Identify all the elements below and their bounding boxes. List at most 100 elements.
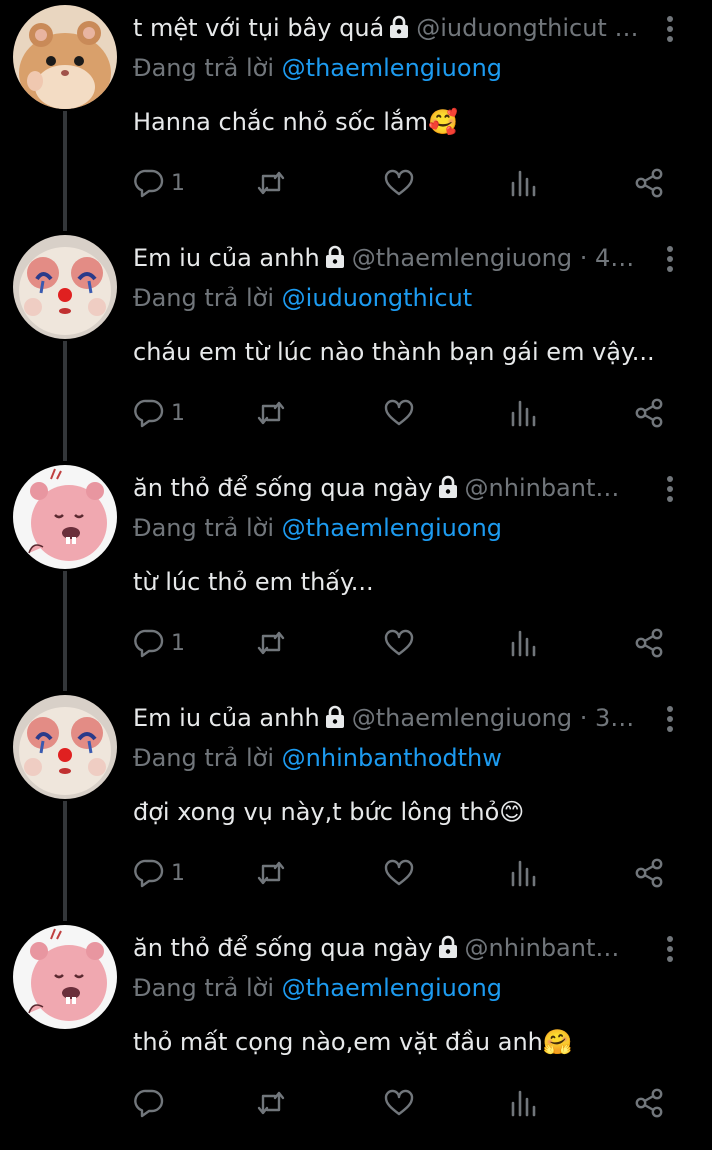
tweet[interactable]: ăn thỏ để sống qua ngày @nhinbant… Đang t…	[0, 460, 712, 690]
replying-to: Đang trả lời @thaemlengiuong	[133, 510, 502, 546]
retweet-button[interactable]	[255, 623, 287, 663]
tweet-header: t mệt với tụi bây quá @iuduongthicut …	[133, 10, 653, 46]
avatar[interactable]	[13, 465, 117, 569]
like-button[interactable]	[383, 853, 415, 893]
replying-label: Đang trả lời	[133, 974, 275, 1002]
views-button[interactable]	[508, 393, 540, 433]
tweet-actions	[133, 1083, 673, 1123]
tweet-actions: 1	[133, 393, 673, 433]
more-options-icon[interactable]	[660, 934, 680, 964]
replying-to-mention[interactable]: @thaemlengiuong	[282, 974, 502, 1002]
views-button[interactable]	[508, 623, 540, 663]
pink-beaver-icon	[13, 465, 117, 569]
like-button[interactable]	[383, 163, 415, 203]
retweet-icon	[257, 401, 285, 425]
more-options-icon[interactable]	[660, 14, 680, 44]
avatar[interactable]	[13, 925, 117, 1029]
display-name[interactable]: Em iu của anhh	[133, 244, 320, 272]
share-button[interactable]	[633, 393, 665, 433]
reply-icon	[134, 399, 164, 428]
tweet[interactable]: Em iu của anhh @thaemlengiuong · 4… Đang …	[0, 230, 712, 460]
retweet-button[interactable]	[255, 853, 287, 893]
tweet-text: đợi xong vụ này,t bức lông thỏ😊	[133, 798, 525, 826]
analytics-icon	[511, 630, 536, 657]
heart-icon	[384, 399, 414, 426]
reply-button[interactable]: 1	[133, 393, 185, 433]
share-button[interactable]	[633, 623, 665, 663]
retweet-button[interactable]	[255, 163, 287, 203]
display-name[interactable]: ăn thỏ để sống qua ngày	[133, 934, 433, 962]
display-name[interactable]: ăn thỏ để sống qua ngày	[133, 474, 433, 502]
lock-icon	[325, 705, 344, 728]
heart-icon	[384, 1089, 414, 1116]
clown-cat-icon	[13, 695, 117, 799]
user-handle[interactable]: @iuduongthicut …	[416, 14, 638, 42]
tweet-header: ăn thỏ để sống qua ngày @nhinbant…	[133, 470, 653, 506]
reply-count: 1	[171, 630, 185, 656]
clown-cat-icon	[13, 235, 117, 339]
replying-to: Đang trả lời @iuduongthicut	[133, 280, 472, 316]
replying-to: Đang trả lời @thaemlengiuong	[133, 50, 502, 86]
replying-label: Đang trả lời	[133, 284, 275, 312]
heart-icon	[384, 169, 414, 196]
analytics-icon	[511, 860, 536, 887]
tweet-actions: 1	[133, 163, 673, 203]
more-options-icon[interactable]	[660, 244, 680, 274]
replying-label: Đang trả lời	[133, 54, 275, 82]
tweet-text: Hanna chắc nhỏ sốc lắm🥰	[133, 108, 458, 136]
display-name[interactable]: t mệt với tụi bây quá	[133, 14, 384, 42]
tweet-text: từ lúc thỏ em thấy...	[133, 568, 374, 596]
reply-button[interactable]	[133, 1083, 171, 1123]
like-button[interactable]	[383, 393, 415, 433]
avatar[interactable]	[13, 695, 117, 799]
analytics-icon	[511, 170, 536, 197]
avatar[interactable]	[13, 5, 117, 109]
tweet-text: cháu em từ lúc nào thành bạn gái em vậy.…	[133, 338, 655, 366]
more-options-icon[interactable]	[660, 474, 680, 504]
views-button[interactable]	[508, 853, 540, 893]
tweet-actions: 1	[133, 853, 673, 893]
replying-label: Đang trả lời	[133, 514, 275, 542]
replying-to-mention[interactable]: @iuduongthicut	[282, 284, 473, 312]
reply-icon	[134, 859, 164, 888]
hamster-icon	[13, 5, 117, 109]
share-icon	[635, 1088, 663, 1118]
retweet-button[interactable]	[255, 1083, 287, 1123]
reply-icon	[134, 1089, 164, 1118]
more-options-icon[interactable]	[660, 704, 680, 734]
user-handle[interactable]: @thaemlengiuong · 4…	[352, 244, 635, 272]
views-button[interactable]	[508, 163, 540, 203]
tweet-header: ăn thỏ để sống qua ngày @nhinbant…	[133, 930, 653, 966]
replying-to-mention[interactable]: @nhinbanthodthw	[282, 744, 502, 772]
user-handle[interactable]: @nhinbant…	[465, 474, 620, 502]
replying-to: Đang trả lời @thaemlengiuong	[133, 970, 502, 1006]
analytics-icon	[511, 1090, 536, 1117]
reply-button[interactable]: 1	[133, 163, 185, 203]
user-handle[interactable]: @nhinbant…	[465, 934, 620, 962]
retweet-icon	[257, 1091, 285, 1115]
lock-icon	[438, 475, 457, 498]
views-button[interactable]	[508, 1083, 540, 1123]
reply-button[interactable]: 1	[133, 623, 185, 663]
tweet-actions: 1	[133, 623, 673, 663]
tweet[interactable]: t mệt với tụi bây quá @iuduongthicut … Đa…	[0, 0, 712, 230]
replying-to-mention[interactable]: @thaemlengiuong	[282, 54, 502, 82]
tweet-header: Em iu của anhh @thaemlengiuong · 3…	[133, 700, 653, 736]
retweet-button[interactable]	[255, 393, 287, 433]
display-name[interactable]: Em iu của anhh	[133, 704, 320, 732]
analytics-icon	[511, 400, 536, 427]
heart-icon	[384, 629, 414, 656]
tweet[interactable]: ăn thỏ để sống qua ngày @nhinbant… Đang t…	[0, 920, 712, 1150]
reply-button[interactable]: 1	[133, 853, 185, 893]
share-icon	[635, 628, 663, 658]
like-button[interactable]	[383, 1083, 415, 1123]
share-button[interactable]	[633, 1083, 665, 1123]
share-button[interactable]	[633, 163, 665, 203]
pink-beaver-icon	[13, 925, 117, 1029]
user-handle[interactable]: @thaemlengiuong · 3…	[352, 704, 635, 732]
share-button[interactable]	[633, 853, 665, 893]
like-button[interactable]	[383, 623, 415, 663]
tweet[interactable]: Em iu của anhh @thaemlengiuong · 3… Đang …	[0, 690, 712, 920]
replying-to-mention[interactable]: @thaemlengiuong	[282, 514, 502, 542]
avatar[interactable]	[13, 235, 117, 339]
